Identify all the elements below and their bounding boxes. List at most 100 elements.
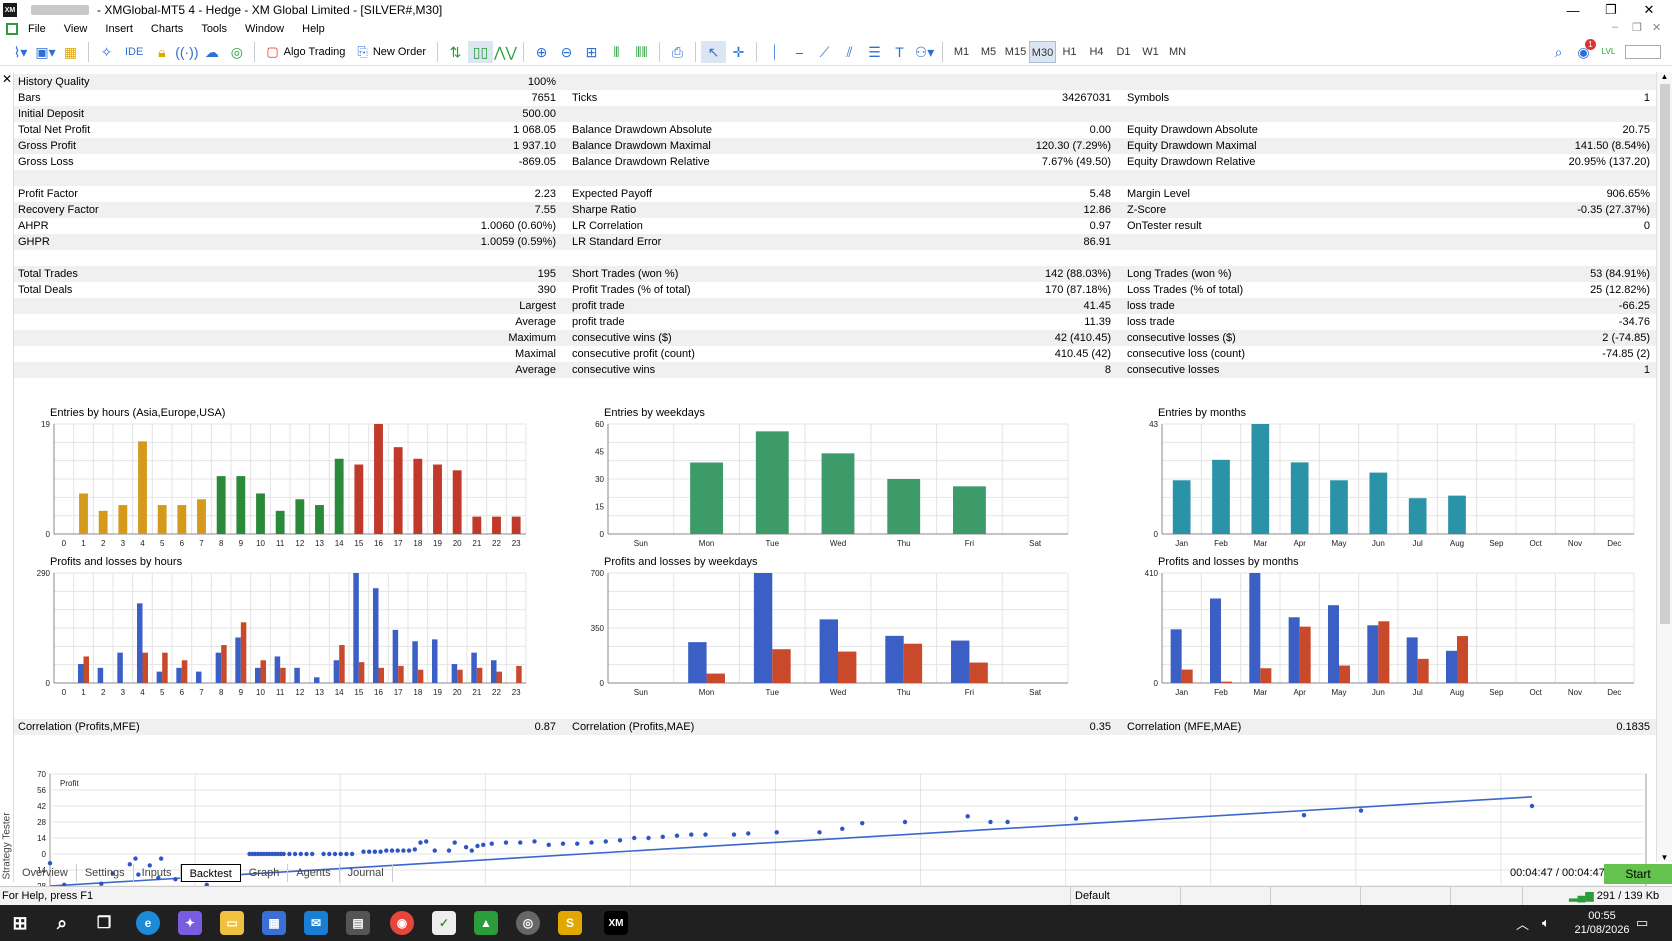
tab-agents[interactable]: Agents [288, 864, 340, 882]
profit-bar [1209, 598, 1221, 683]
average-loss-value: -34.76 [1618, 316, 1650, 328]
zoom-out-icon[interactable]: ⊖ [554, 41, 579, 63]
tab-overview[interactable]: Overview [14, 864, 77, 882]
tf-mn[interactable]: MN [1164, 41, 1191, 63]
menu-charts[interactable]: Charts [151, 23, 183, 35]
chart-type-icon[interactable]: ⌇▾ [8, 41, 33, 63]
file-explorer-icon[interactable]: ▭ [220, 911, 244, 935]
tf-h4[interactable]: H4 [1083, 41, 1110, 63]
eq-dd-rel-value: 20.95% (137.20) [1568, 156, 1650, 168]
ide-button[interactable]: IDE [125, 46, 143, 58]
bar-chart-icon[interactable]: ▯▯ [468, 40, 493, 63]
scatter-point [731, 832, 737, 837]
menu-view[interactable]: View [64, 23, 88, 35]
app-tree-icon[interactable]: ▲ [474, 911, 498, 935]
strategy-tester-vertical-tab[interactable]: Strategy Tester [2, 802, 13, 879]
clock[interactable]: 00:55 21/08/2026 [1560, 909, 1644, 937]
calculator-icon[interactable]: ▤ [346, 911, 370, 935]
notifications-icon[interactable]: ▭ [1636, 905, 1648, 941]
vertical-line-icon[interactable]: ⏐ [762, 41, 787, 63]
cursor-icon[interactable]: ↖ [701, 40, 726, 63]
scatter-point [774, 830, 779, 835]
app-circle-icon[interactable]: ◎ [516, 911, 540, 935]
x-tick-label: 4 [140, 688, 145, 697]
fibonacci-icon[interactable]: ☰ [862, 41, 887, 63]
grid-icon[interactable]: ⊞ [579, 41, 604, 63]
mail-icon[interactable]: ✉ [304, 911, 328, 935]
edge-icon[interactable]: e [136, 911, 160, 935]
signal-level-icon[interactable]: LVL [1596, 41, 1621, 63]
x-tick-label: Sun [634, 539, 648, 548]
y-tick-label: 45 [595, 448, 604, 457]
mdi-close-icon[interactable]: ✕ [1652, 21, 1661, 34]
search-taskbar-icon[interactable]: ⌕ [50, 911, 74, 935]
tf-w1[interactable]: W1 [1137, 41, 1164, 63]
menu-file[interactable]: File [28, 23, 46, 35]
menu-window[interactable]: Window [245, 23, 284, 35]
x-tick-label: 6 [180, 688, 185, 697]
close-button[interactable]: ✕ [1626, 0, 1672, 20]
scroll-up-icon[interactable]: ▲ [1657, 72, 1672, 81]
app-yellow-icon[interactable]: S [558, 911, 582, 935]
tf-d1[interactable]: D1 [1110, 41, 1137, 63]
app-green-icon[interactable]: ✓ [432, 911, 456, 935]
notification-icon[interactable]: ◉ 1 [1571, 39, 1596, 63]
store-icon[interactable]: ▦ [262, 911, 286, 935]
profit-bar [294, 667, 300, 683]
text-icon[interactable]: T [887, 41, 912, 63]
tab-backtest[interactable]: Backtest [180, 864, 241, 882]
new-order-button[interactable]: ⎘ New Order [357, 44, 426, 60]
panel-close-icon[interactable]: ✕ [0, 72, 14, 86]
start-button[interactable]: Start [1604, 864, 1672, 884]
shapes-icon[interactable]: ⚇▾ [912, 41, 937, 63]
volume-icon[interactable]: 🔈︎ [1542, 905, 1550, 941]
tf-m30[interactable]: M30 [1029, 40, 1056, 63]
largest-loss-value: -66.25 [1618, 300, 1650, 312]
vps-icon[interactable]: ◎ [224, 41, 249, 63]
mdi-minimize-icon[interactable]: – [1612, 21, 1618, 33]
tab-journal[interactable]: Journal [340, 864, 393, 882]
tf-m5[interactable]: M5 [975, 41, 1002, 63]
trendline-icon[interactable]: ⟋ [812, 41, 837, 63]
depth-icon[interactable]: ⇅ [443, 41, 468, 63]
scatter-point [1301, 812, 1307, 818]
horizontal-line-icon[interactable]: ⎯ [787, 41, 812, 63]
elapsed-timer: 00:04:47 / 00:04:47 [1510, 867, 1605, 879]
tab-settings[interactable]: Settings [77, 864, 134, 882]
menu-help[interactable]: Help [302, 23, 325, 35]
profiles-icon[interactable]: ▦ [58, 41, 83, 63]
tf-m15[interactable]: M15 [1002, 41, 1029, 63]
tf-h1[interactable]: H1 [1056, 41, 1083, 63]
menu-insert[interactable]: Insert [105, 23, 133, 35]
signals-icon[interactable]: ((·)) [174, 41, 199, 63]
search-icon[interactable]: ⌕ [1546, 41, 1571, 63]
copilot-icon[interactable]: ✦ [178, 911, 202, 935]
windows-start-icon[interactable]: ⊞ [8, 911, 32, 935]
mdi-restore-icon[interactable]: ❐ [1632, 21, 1642, 34]
screenshot-icon[interactable]: ⎙ [665, 41, 690, 63]
autoscroll-icon[interactable]: ⦀ [604, 41, 629, 63]
xm-taskbar-icon[interactable]: XM [604, 911, 628, 935]
line-chart-icon[interactable]: ⋀⋁ [493, 41, 518, 63]
scroll-thumb[interactable] [1660, 84, 1670, 624]
menu-tools[interactable]: Tools [201, 23, 227, 35]
chart-menu-icon[interactable] [6, 23, 18, 35]
chrome-icon[interactable]: ◉ [390, 911, 414, 935]
algo-trading-button[interactable]: ▢ Algo Trading [266, 44, 345, 60]
task-view-icon[interactable]: ❐ [92, 911, 116, 935]
chart-shift-icon[interactable]: ⦀⦀ [629, 41, 654, 63]
zoom-in-icon[interactable]: ⊕ [529, 41, 554, 63]
navigator-icon[interactable]: ✧ [94, 41, 119, 63]
profit-bar [819, 619, 838, 683]
tab-inputs[interactable]: Inputs [134, 864, 181, 882]
tray-chevron-icon[interactable]: ︿ [1516, 905, 1529, 941]
crosshair-icon[interactable]: ✛ [726, 41, 751, 63]
lock-icon[interactable]: 🔒︎ [149, 41, 174, 63]
channel-icon[interactable]: ⫽ [837, 41, 862, 63]
cloud-icon[interactable]: ☁ [199, 41, 224, 63]
vertical-scrollbar[interactable]: ▲ ▼ [1656, 72, 1672, 862]
tab-graph[interactable]: Graph [241, 864, 289, 882]
tf-m1[interactable]: M1 [948, 41, 975, 63]
new-chart-icon[interactable]: ▣▾ [33, 41, 58, 63]
scroll-down-icon[interactable]: ▼ [1657, 853, 1672, 862]
